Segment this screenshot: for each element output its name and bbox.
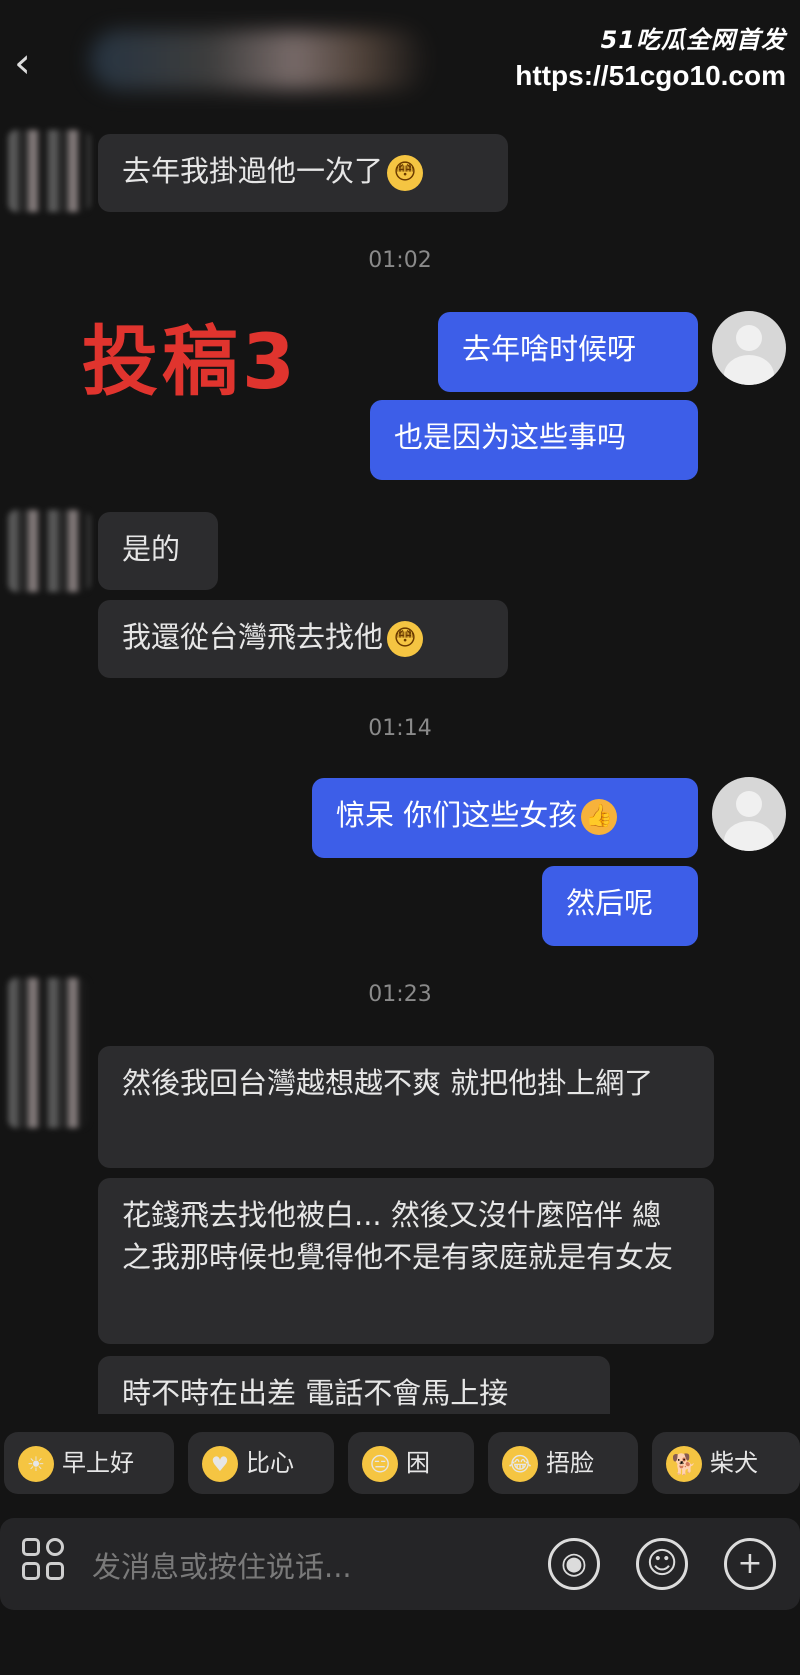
blurred-contact-name bbox=[90, 30, 430, 90]
message-bubble-incoming: 時不時在出差 電話不會馬上接 bbox=[98, 1356, 610, 1414]
emoji-face-icon[interactable]: ☺ bbox=[636, 1538, 688, 1590]
user-avatar[interactable] bbox=[712, 777, 786, 851]
shiba-icon: 🐕 bbox=[666, 1446, 702, 1482]
submission-stamp: 投稿3 bbox=[82, 317, 299, 406]
watermark: 51吃瓜全网首发 https://51cgo10.com bbox=[515, 18, 786, 92]
message-bubble-outgoing: 也是因为这些事吗 bbox=[370, 400, 698, 480]
watermark-logo: 51吃瓜全网首发 bbox=[600, 26, 786, 54]
message-bubble-incoming: 花錢飛去找他被白... 然後又沒什麼陪伴 總之我那時候也覺得他不是有家庭就是有女… bbox=[98, 1178, 714, 1344]
quick-reply-facepalm[interactable]: 😂 捂脸 bbox=[488, 1432, 638, 1494]
contact-avatar[interactable] bbox=[8, 978, 88, 1128]
heart-hand-icon: ♥ bbox=[202, 1446, 238, 1482]
message-bubble-incoming: 我還從台灣飛去找他 😳 bbox=[98, 600, 508, 678]
watermark-url: https://51cgo10.com bbox=[515, 60, 786, 91]
message-bubble-incoming: 是的 bbox=[98, 512, 218, 590]
timestamp: 01:23 bbox=[368, 982, 432, 1007]
message-bubble-outgoing: 然后呢 bbox=[542, 866, 698, 946]
contact-avatar[interactable] bbox=[8, 510, 90, 592]
message-bubble-outgoing: 惊呆 你们这些女孩 👍 bbox=[312, 778, 698, 858]
message-bubble-incoming: 然後我回台灣越想越不爽 就把他掛上網了 bbox=[98, 1046, 714, 1168]
message-bubble-incoming: 去年我掛過他一次了 😳 bbox=[98, 134, 508, 212]
contact-avatar[interactable] bbox=[8, 130, 90, 212]
quick-reply-sleepy[interactable]: 😑 困 bbox=[348, 1432, 474, 1494]
timestamp: 01:14 bbox=[368, 716, 432, 741]
back-arrow-icon[interactable]: ‹ bbox=[14, 40, 48, 86]
timestamp: 01:02 bbox=[368, 248, 432, 273]
flushed-face-icon: 😳 bbox=[387, 621, 424, 657]
quick-reply-good-morning[interactable]: ☀ 早上好 bbox=[4, 1432, 174, 1494]
thumbs-up-icon: 👍 bbox=[581, 799, 618, 835]
quick-reply-shiba[interactable]: 🐕 柴犬 bbox=[652, 1432, 800, 1494]
plus-icon[interactable]: + bbox=[724, 1538, 776, 1590]
message-input[interactable]: 发消息或按住说话... bbox=[92, 1544, 352, 1586]
sleepy-face-icon: 😑 bbox=[362, 1446, 398, 1482]
flushed-face-icon: 😳 bbox=[387, 155, 424, 191]
facepalm-icon: 😂 bbox=[502, 1446, 538, 1482]
message-bubble-outgoing: 去年啥时候呀 bbox=[438, 312, 698, 392]
user-avatar[interactable] bbox=[712, 311, 786, 385]
apps-grid-icon[interactable] bbox=[22, 1538, 70, 1586]
voice-icon[interactable]: ◉ bbox=[548, 1538, 600, 1590]
quick-reply-heart[interactable]: ♥ 比心 bbox=[188, 1432, 334, 1494]
sun-cloud-icon: ☀ bbox=[18, 1446, 54, 1482]
